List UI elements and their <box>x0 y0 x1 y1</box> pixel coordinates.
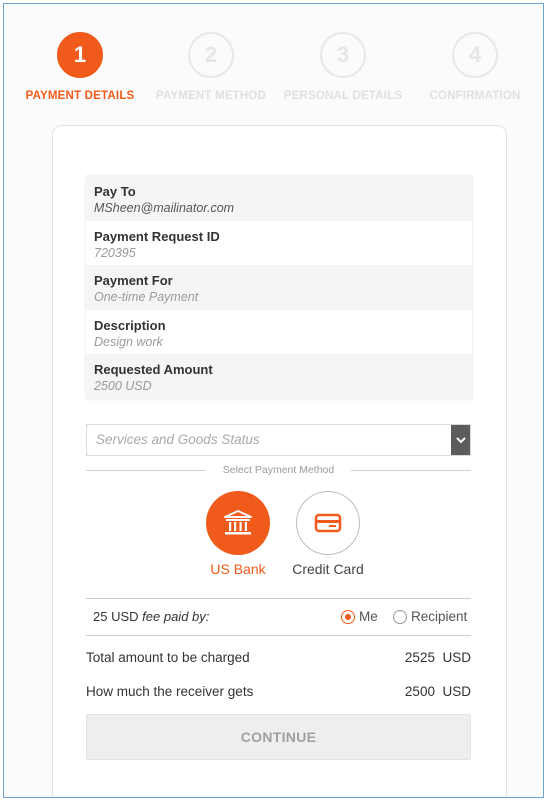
receiver-gets-row: How much the receiver gets 2500 USD <box>86 684 471 699</box>
step-4-circle[interactable]: 4 <box>452 32 498 78</box>
step-1-label: PAYMENT DETAILS <box>25 90 135 102</box>
summary-row-description: Description Design work <box>86 309 472 354</box>
summary-row-request-id: Payment Request ID 720395 <box>86 220 472 265</box>
fee-recipient-radio[interactable] <box>393 610 407 624</box>
receiver-gets-amount: 2500 USD <box>405 684 471 699</box>
step-2-circle[interactable]: 2 <box>188 32 234 78</box>
step-2-label: PAYMENT METHOD <box>155 90 267 102</box>
status-select[interactable]: Services and Goods Status <box>86 424 471 456</box>
chevron-down-icon[interactable] <box>451 425 470 455</box>
continue-button[interactable]: CONTINUE <box>86 714 471 760</box>
payment-summary: Pay To MSheen@mailinator.com Payment Req… <box>86 176 472 399</box>
credit-card-icon <box>314 513 342 533</box>
fee-row: 25 USD fee paid by: Me Recipient <box>86 598 471 636</box>
total-charged-value: 2525 <box>404 650 435 665</box>
receiver-gets-currency: USD <box>442 684 471 699</box>
receiver-gets-value: 2500 <box>404 684 435 699</box>
credit-card-option[interactable] <box>296 491 360 555</box>
total-charged-row: Total amount to be charged 2525 USD <box>86 650 471 665</box>
summary-label: Description <box>94 317 166 333</box>
receiver-gets-label: How much the receiver gets <box>86 684 254 699</box>
summary-label: Payment Request ID <box>94 228 220 244</box>
summary-value: 2500 USD <box>94 379 152 393</box>
summary-label: Requested Amount <box>94 362 213 377</box>
total-charged-amount: 2525 USD <box>405 650 471 665</box>
fee-paid-by-label: fee paid by: <box>142 609 210 624</box>
step-3-circle[interactable]: 3 <box>320 32 366 78</box>
step-4-label: CONFIRMATION <box>429 90 521 102</box>
fee-text: 25 USD fee paid by: <box>93 609 209 624</box>
fee-amount: 25 USD <box>93 609 139 624</box>
fee-recipient-label[interactable]: Recipient <box>411 609 467 624</box>
summary-row-payment-for: Payment For One-time Payment <box>86 265 472 310</box>
summary-value: MSheen@mailinator.com <box>94 201 235 215</box>
total-charged-label: Total amount to be charged <box>86 650 250 665</box>
summary-value: Design work <box>94 334 163 349</box>
us-bank-option[interactable] <box>206 491 270 555</box>
fee-me-label[interactable]: Me <box>359 609 378 624</box>
payment-card: Pay To MSheen@mailinator.com Payment Req… <box>52 125 507 797</box>
status-select-placeholder: Services and Goods Status <box>96 432 260 447</box>
summary-row-pay-to: Pay To MSheen@mailinator.com <box>86 176 472 221</box>
summary-label: Pay To <box>94 184 136 199</box>
summary-value: 720395 <box>94 245 136 260</box>
fee-me-radio[interactable] <box>341 610 355 624</box>
total-charged-currency: USD <box>442 650 471 665</box>
step-1-circle[interactable]: 1 <box>57 32 103 78</box>
step-3-label: PERSONAL DETAILS <box>283 90 403 102</box>
summary-value: One-time Payment <box>94 290 199 304</box>
credit-card-label[interactable]: Credit Card <box>268 561 388 577</box>
app-frame: 1 2 3 4 PAYMENT DETAILS PAYMENT METHOD P… <box>3 3 544 798</box>
select-method-label: Select Payment Method <box>222 464 335 476</box>
summary-row-requested-amount: Requested Amount 2500 USD <box>86 354 472 399</box>
summary-label: Payment For <box>94 273 173 288</box>
bank-icon <box>224 510 252 535</box>
